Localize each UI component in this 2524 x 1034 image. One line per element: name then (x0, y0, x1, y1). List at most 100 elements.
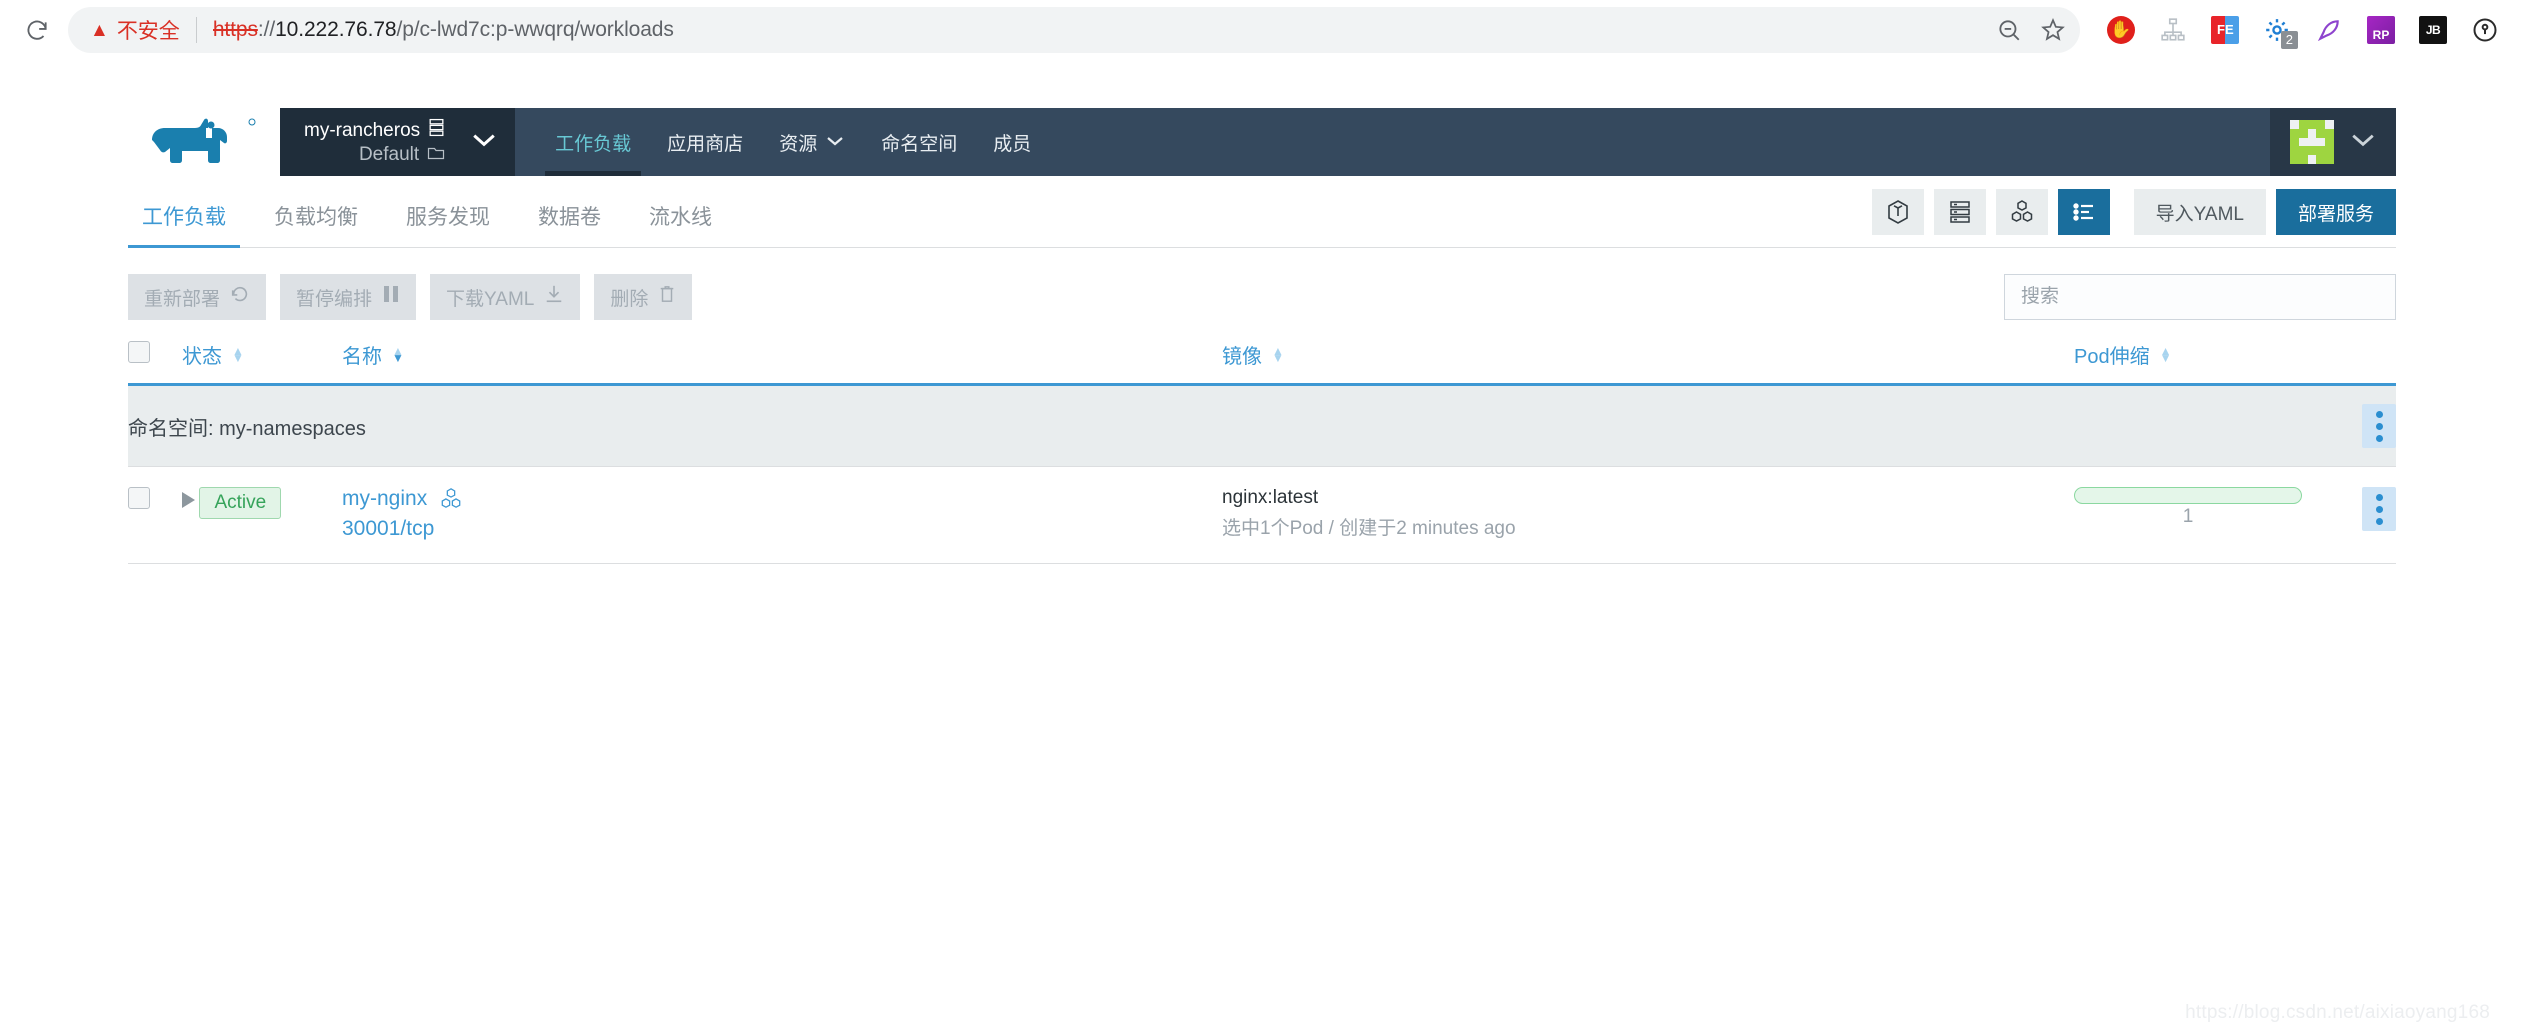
project-name: Default (304, 144, 445, 166)
namespace-group-label: 命名空间: my-namespaces (128, 384, 2334, 467)
search-input[interactable] (2019, 285, 2381, 309)
reload-button[interactable] (14, 7, 60, 53)
fe-extension-icon[interactable]: FE (2210, 15, 2240, 45)
project-name-label: Default (358, 144, 420, 165)
rp-extension-icon[interactable]: RP (2366, 15, 2396, 45)
adblock-icon[interactable]: ✋ (2106, 15, 2136, 45)
delete-label: 删除 (610, 288, 649, 310)
namespace-actions-menu[interactable] (2362, 404, 2396, 448)
import-yaml-label: 导入YAML (2155, 203, 2244, 225)
cluster-project-selector[interactable]: my-rancheros Default (280, 108, 516, 176)
cluster-name: my-rancheros (304, 118, 445, 143)
chevron-down-icon (825, 131, 845, 153)
delete-button[interactable]: 删除 (594, 274, 693, 320)
jetbrains-extension-icon[interactable]: JB (2418, 15, 2448, 45)
redeploy-label: 重新部署 (144, 288, 221, 310)
namespace-group-menu-cell (2334, 384, 2396, 467)
column-header-image[interactable]: 镜像 ▲ ▼ (1222, 340, 2074, 386)
nav-item-resources[interactable]: 资源 (761, 108, 863, 176)
row-checkbox[interactable] (128, 487, 150, 509)
zoom-out-icon[interactable] (1996, 17, 2022, 43)
view-list-icon[interactable] (2057, 189, 2110, 235)
pause-orchestration-button[interactable]: 暂停编排 (280, 274, 417, 320)
view-node-icon[interactable] (1933, 189, 1986, 235)
feather-extension-icon[interactable] (2314, 15, 2344, 45)
redeploy-icon (230, 284, 250, 310)
user-menu[interactable] (2270, 108, 2396, 176)
workload-scale-icon (440, 487, 462, 514)
security-label: 不安全 (116, 20, 180, 43)
view-workload-icon[interactable] (1871, 189, 1924, 235)
pod-scale-bar[interactable] (2074, 487, 2302, 504)
table-row[interactable]: Active my-nginx 30001/tcp nginx:latest 选… (128, 466, 2396, 565)
pause-label: 暂停编排 (296, 288, 373, 310)
nav-item-label: 成员 (993, 133, 1032, 155)
deploy-service-button[interactable]: 部署服务 (2275, 189, 2396, 235)
extension-badge: 2 (2280, 31, 2298, 49)
cluster-name-label: my-rancheros (304, 119, 421, 141)
tab-load-balancing[interactable]: 负载均衡 (260, 201, 372, 247)
search-box[interactable] (2004, 274, 2396, 320)
jb-label: JB (2419, 16, 2447, 44)
tab-label: 服务发现 (406, 206, 490, 229)
header-spacer (1049, 108, 2270, 176)
row-scale-cell: 1 (2074, 466, 2334, 565)
rancher-cow-logo[interactable] (128, 108, 280, 176)
redeploy-button[interactable]: 重新部署 (128, 274, 267, 320)
row-select-cell (128, 466, 182, 565)
nav-item-members[interactable]: 成员 (975, 108, 1049, 176)
url-scheme: https (212, 18, 258, 41)
sub-tabs: 工作负载 负载均衡 服务发现 数据卷 流水线 导入YAML 部署服务 (128, 176, 2396, 248)
select-all-checkbox[interactable] (128, 340, 150, 363)
tab-label: 负载均衡 (274, 206, 358, 229)
nav-item-workloads[interactable]: 工作负载 (537, 108, 649, 176)
row-image-cell: nginx:latest 选中1个Pod / 创建于2 minutes ago (1222, 466, 2074, 565)
pause-icon (382, 284, 400, 310)
tab-label: 流水线 (649, 206, 712, 229)
workload-name-link[interactable]: my-nginx (342, 487, 427, 510)
tab-workloads[interactable]: 工作负载 (128, 201, 240, 248)
download-yaml-button[interactable]: 下载YAML (430, 274, 581, 320)
watermark: https://blog.csdn.net/aixiaoyang168 (2185, 1002, 2490, 1023)
row-menu-cell (2334, 466, 2396, 565)
column-header-scale[interactable]: Pod伸缩 ▲ ▼ (2074, 340, 2334, 386)
column-header-state[interactable]: 状态 ▲ ▼ (182, 340, 342, 386)
nav-item-label: 应用商店 (667, 133, 744, 155)
view-toolbar: 导入YAML 部署服务 (1871, 189, 2396, 247)
workload-ports-link[interactable]: 30001/tcp (342, 517, 1222, 541)
image-name: nginx:latest (1222, 487, 1319, 508)
address-bar[interactable]: ▲ 不安全 https://10.222.76.78/p/c-lwd7c:p-w… (68, 7, 2080, 53)
row-name-cell: my-nginx 30001/tcp (342, 466, 1222, 565)
deploy-service-label: 部署服务 (2297, 203, 2374, 225)
url-text: https://10.222.76.78/p/c-lwd7c:p-wwqrq/w… (213, 18, 674, 42)
chevron-down-icon[interactable] (2350, 132, 2376, 152)
tab-pipelines[interactable]: 流水线 (635, 201, 726, 247)
server-icon (428, 118, 445, 143)
sort-icon: ▲ ▼ (2159, 343, 2172, 365)
star-icon[interactable] (2040, 17, 2066, 43)
password-manager-icon[interactable] (2470, 15, 2500, 45)
download-yaml-label: 下载YAML (446, 288, 535, 310)
import-yaml-button[interactable]: 导入YAML (2133, 189, 2266, 235)
gear-extension-icon[interactable]: 2 (2262, 15, 2298, 49)
chevron-down-icon[interactable] (471, 132, 497, 152)
avatar (2290, 120, 2334, 164)
column-label: 名称 (342, 346, 382, 368)
nav-item-label: 工作负载 (555, 133, 632, 155)
workloads-table: 状态 ▲ ▼ 名称 ▲ ▼ 镜像 ▲ ▼ Pod伸缩 ▲ ▼ 命名空间: my-… (128, 340, 2396, 565)
image-subtext: 选中1个Pod / 创建于2 minutes ago (1222, 518, 1516, 539)
tab-label: 数据卷 (538, 206, 601, 229)
row-actions-menu[interactable] (2362, 487, 2396, 531)
nav-item-catalog[interactable]: 应用商店 (649, 108, 761, 176)
view-group-icon[interactable] (1995, 189, 2048, 235)
security-warning[interactable]: ▲ 不安全 (90, 15, 180, 45)
column-header-name[interactable]: 名称 ▲ ▼ (342, 340, 1222, 386)
tab-service-discovery[interactable]: 服务发现 (392, 201, 504, 247)
expand-row-icon[interactable] (182, 492, 195, 508)
select-all-header (128, 340, 182, 386)
tab-volumes[interactable]: 数据卷 (524, 201, 615, 247)
sitemap-icon[interactable] (2158, 15, 2188, 45)
sort-icon: ▲ ▼ (392, 343, 404, 365)
trash-icon (658, 284, 676, 310)
nav-item-namespaces[interactable]: 命名空间 (863, 108, 975, 176)
